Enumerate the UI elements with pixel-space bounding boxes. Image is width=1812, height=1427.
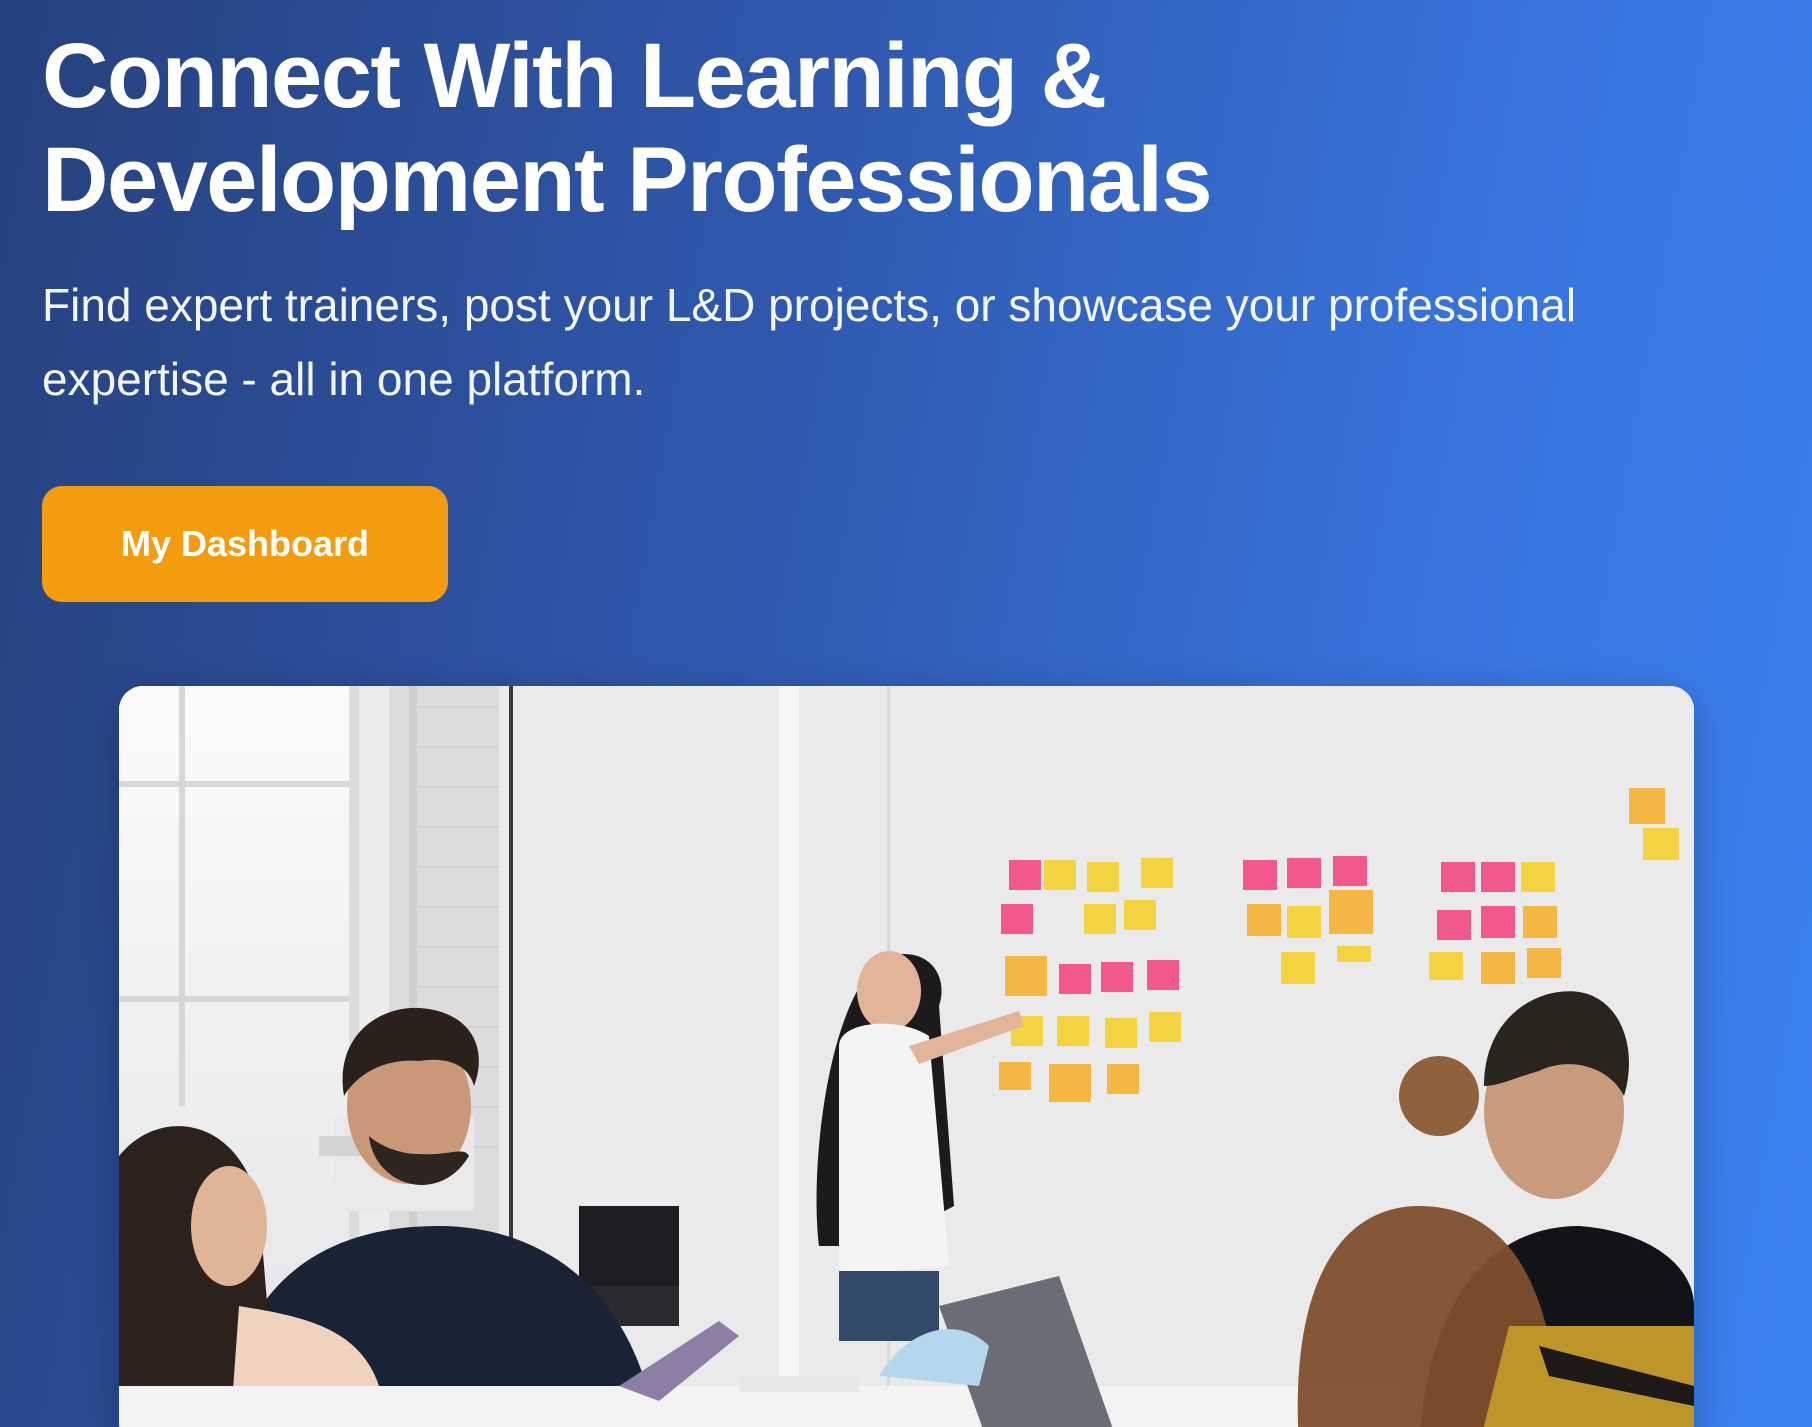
- hero-title: Connect With Learning & Development Prof…: [42, 25, 1213, 231]
- hero-image: [119, 686, 1694, 1427]
- my-dashboard-button[interactable]: My Dashboard: [42, 486, 448, 602]
- team-workshop-illustration: [119, 686, 1694, 1427]
- hero-section: Connect With Learning & Development Prof…: [0, 0, 1812, 1427]
- hero-subtitle: Find expert trainers, post your L&D proj…: [42, 279, 1577, 405]
